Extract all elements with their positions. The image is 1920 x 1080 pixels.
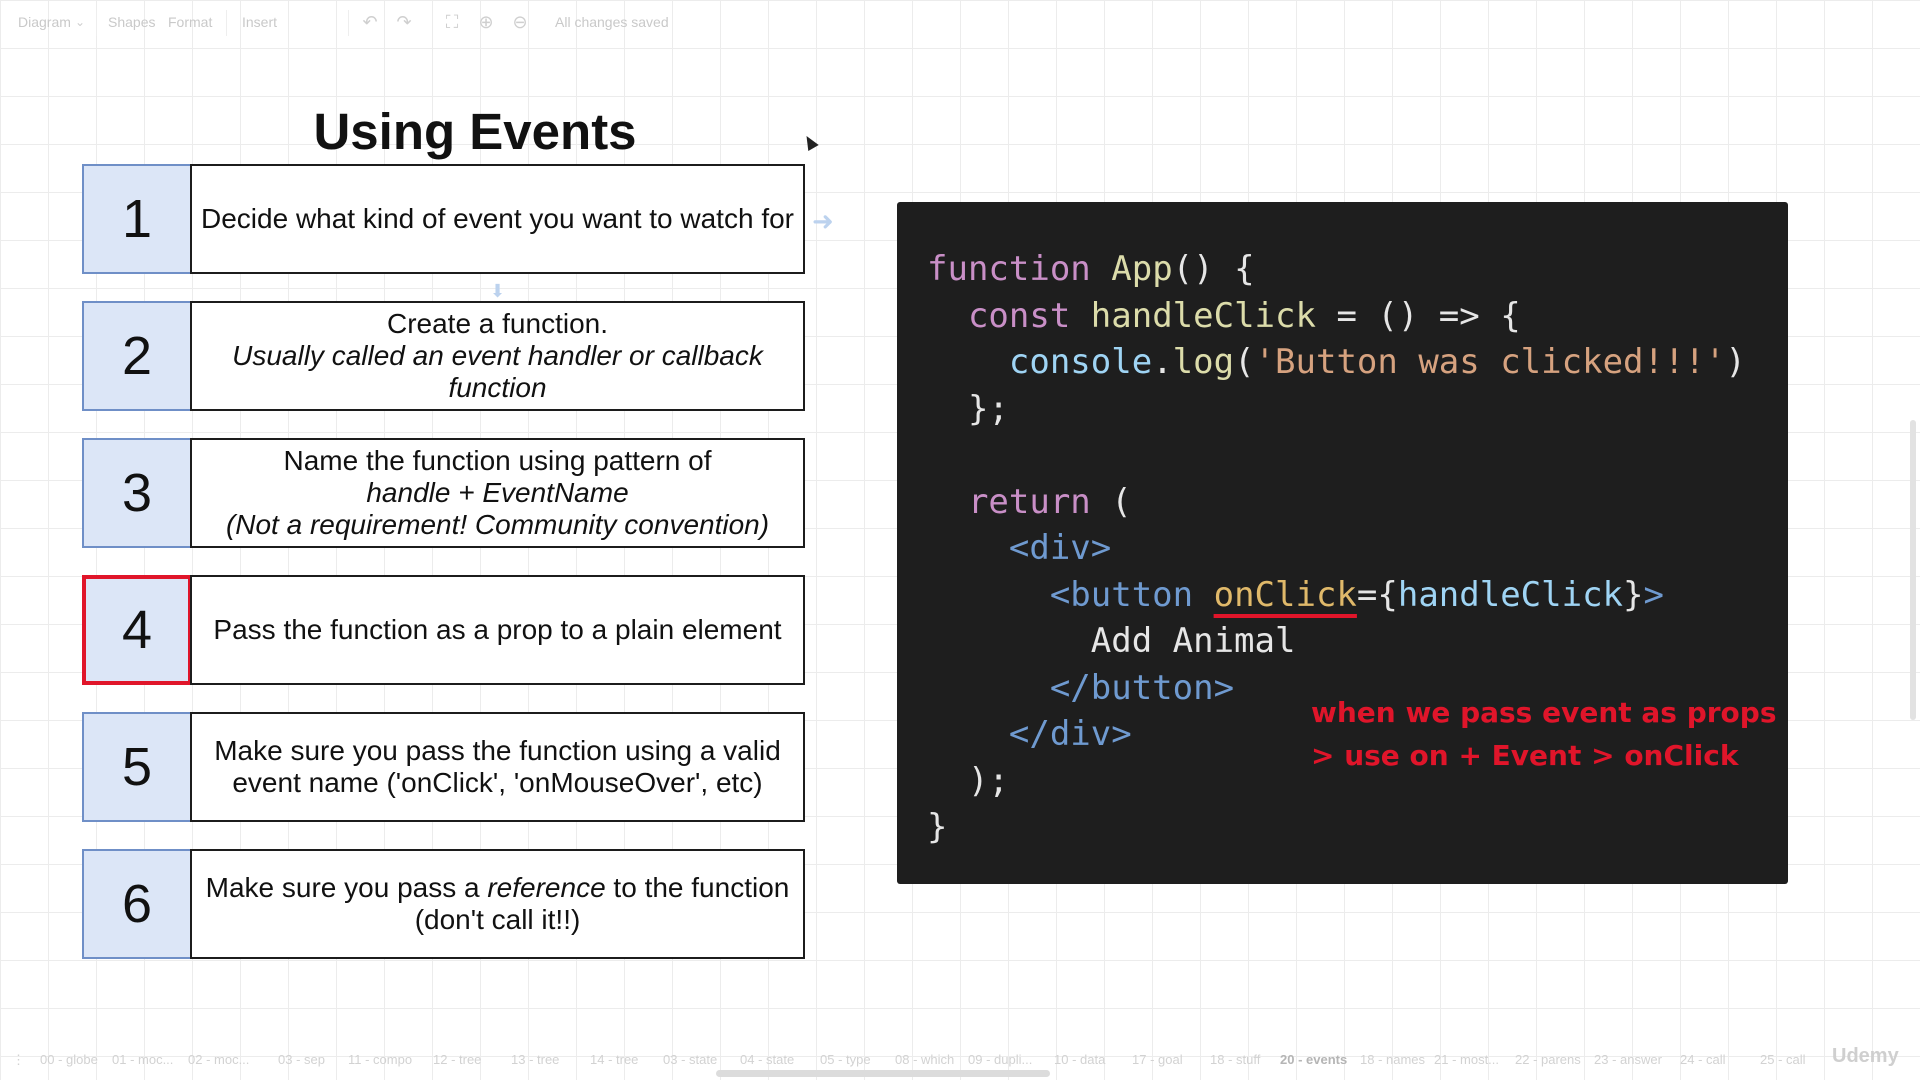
page-tab-active[interactable]: 20 - events bbox=[1280, 1052, 1347, 1067]
step-text: Decide what kind of event you want to wa… bbox=[201, 203, 794, 234]
annotation-note: when we pass event as props > use on + E… bbox=[1311, 691, 1781, 777]
page-tab[interactable]: 23 - answer bbox=[1594, 1052, 1662, 1067]
insert-menu[interactable]: Insert bbox=[242, 14, 277, 30]
step-number-highlighted: 4 bbox=[82, 575, 192, 685]
page-tab[interactable]: 03 - sep bbox=[278, 1052, 325, 1067]
step-text-italic: Usually called an event handler or callb… bbox=[232, 340, 763, 403]
page-tab[interactable]: 18 - names bbox=[1360, 1052, 1425, 1067]
page-tab[interactable]: 10 - data bbox=[1054, 1052, 1105, 1067]
page-tab[interactable]: 21 - most... bbox=[1434, 1052, 1499, 1067]
step-5[interactable]: 5 Make sure you pass the function using … bbox=[82, 712, 805, 822]
step-description: Name the function using pattern of handl… bbox=[190, 438, 805, 548]
step-6[interactable]: 6 Make sure you pass a reference to the … bbox=[82, 849, 805, 959]
page-tab[interactable]: 18 - stuff bbox=[1210, 1052, 1260, 1067]
brand-logo: Udemy bbox=[1832, 1045, 1899, 1067]
step-number: 2 bbox=[82, 301, 192, 411]
chevron-down-icon: ⌄ bbox=[74, 15, 86, 29]
toolbar-divider bbox=[226, 10, 227, 36]
arrow-down-icon: ⬇ bbox=[490, 281, 506, 301]
page-tab[interactable]: 22 - parens bbox=[1515, 1052, 1581, 1067]
step-text: Make sure you pass a reference to the fu… bbox=[205, 872, 790, 935]
step-number: 5 bbox=[82, 712, 192, 822]
tab-menu-icon[interactable]: ⋮ bbox=[12, 1052, 25, 1068]
arrow-right-icon: ➜ bbox=[812, 206, 834, 236]
step-description: Create a function. Usually called an eve… bbox=[190, 301, 805, 411]
step-1[interactable]: 1 Decide what kind of event you want to … bbox=[82, 164, 805, 274]
page-tab[interactable]: 02 - moc... bbox=[188, 1052, 249, 1067]
step-text: Make sure you pass the function using a … bbox=[214, 735, 781, 798]
step-number: 1 bbox=[82, 164, 192, 274]
step-text-italic: (Not a requirement! Community convention… bbox=[225, 509, 770, 540]
step-number: 3 bbox=[82, 438, 192, 548]
zoom-in-icon[interactable]: ⊕ bbox=[476, 12, 496, 32]
save-status: All changes saved bbox=[555, 14, 669, 30]
page-tab[interactable]: 08 - which bbox=[895, 1052, 954, 1067]
page-tab[interactable]: 14 - tree bbox=[590, 1052, 638, 1067]
step-text: Pass the function as a prop to a plain e… bbox=[213, 614, 782, 645]
toolbar-divider bbox=[348, 10, 349, 36]
step-description: Make sure you pass the function using a … bbox=[190, 712, 805, 822]
step-text: Name the function using pattern of bbox=[283, 445, 712, 476]
page-tab[interactable]: 09 - dupli... bbox=[968, 1052, 1032, 1067]
step-3[interactable]: 3 Name the function using pattern of han… bbox=[82, 438, 805, 548]
page-tab[interactable]: 25 - call bbox=[1760, 1052, 1806, 1067]
annotation-line: when we pass event as props bbox=[1311, 696, 1777, 729]
zoom-out-icon[interactable]: ⊖ bbox=[510, 12, 530, 32]
page-tab[interactable]: 01 - moc... bbox=[112, 1052, 173, 1067]
step-text-italic: handle + EventName bbox=[366, 477, 629, 508]
page-tab[interactable]: 04 - state bbox=[740, 1052, 794, 1067]
page-tab[interactable]: 05 - type bbox=[820, 1052, 871, 1067]
step-text: Create a function. bbox=[386, 308, 609, 339]
step-2[interactable]: 2 Create a function. Usually called an e… bbox=[82, 301, 805, 411]
shapes-button[interactable]: Shapes bbox=[108, 14, 155, 30]
toolbar: Diagram ⌄ Shapes Format Insert ↶ ↷ ⛶ ⊕ ⊖… bbox=[0, 0, 1920, 46]
format-button[interactable]: Format bbox=[168, 14, 212, 30]
step-description: Decide what kind of event you want to wa… bbox=[190, 164, 805, 274]
page-tab[interactable]: 00 - globe bbox=[40, 1052, 98, 1067]
page-tab[interactable]: 17 - goal bbox=[1132, 1052, 1183, 1067]
page-tab[interactable]: 13 - tree bbox=[511, 1052, 559, 1067]
step-description: Pass the function as a prop to a plain e… bbox=[190, 575, 805, 685]
page-tab[interactable]: 11 - compo bbox=[348, 1052, 412, 1067]
page-tab[interactable]: 12 - tree bbox=[433, 1052, 481, 1067]
toolbar-divider bbox=[96, 10, 97, 36]
slide-title: Using Events bbox=[313, 103, 637, 160]
code-panel: function App() { const handleClick = () … bbox=[897, 202, 1788, 884]
step-number: 6 bbox=[82, 849, 192, 959]
step-4[interactable]: 4 Pass the function as a prop to a plain… bbox=[82, 575, 805, 685]
step-description: Make sure you pass a reference to the fu… bbox=[190, 849, 805, 959]
onclick-attribute: onClick bbox=[1213, 574, 1357, 615]
diagram-menu[interactable]: Diagram bbox=[18, 14, 71, 30]
horizontal-scrollbar[interactable] bbox=[716, 1070, 1050, 1077]
vertical-scrollbar[interactable] bbox=[1910, 420, 1916, 720]
page-tab[interactable]: 24 - call bbox=[1680, 1052, 1726, 1067]
fullscreen-icon[interactable]: ⛶ bbox=[442, 12, 462, 32]
annotation-line: > use on + Event > onClick bbox=[1311, 739, 1739, 772]
redo-icon[interactable]: ↷ bbox=[394, 12, 414, 32]
undo-icon[interactable]: ↶ bbox=[360, 12, 380, 32]
page-tab[interactable]: 03 - state bbox=[663, 1052, 717, 1067]
